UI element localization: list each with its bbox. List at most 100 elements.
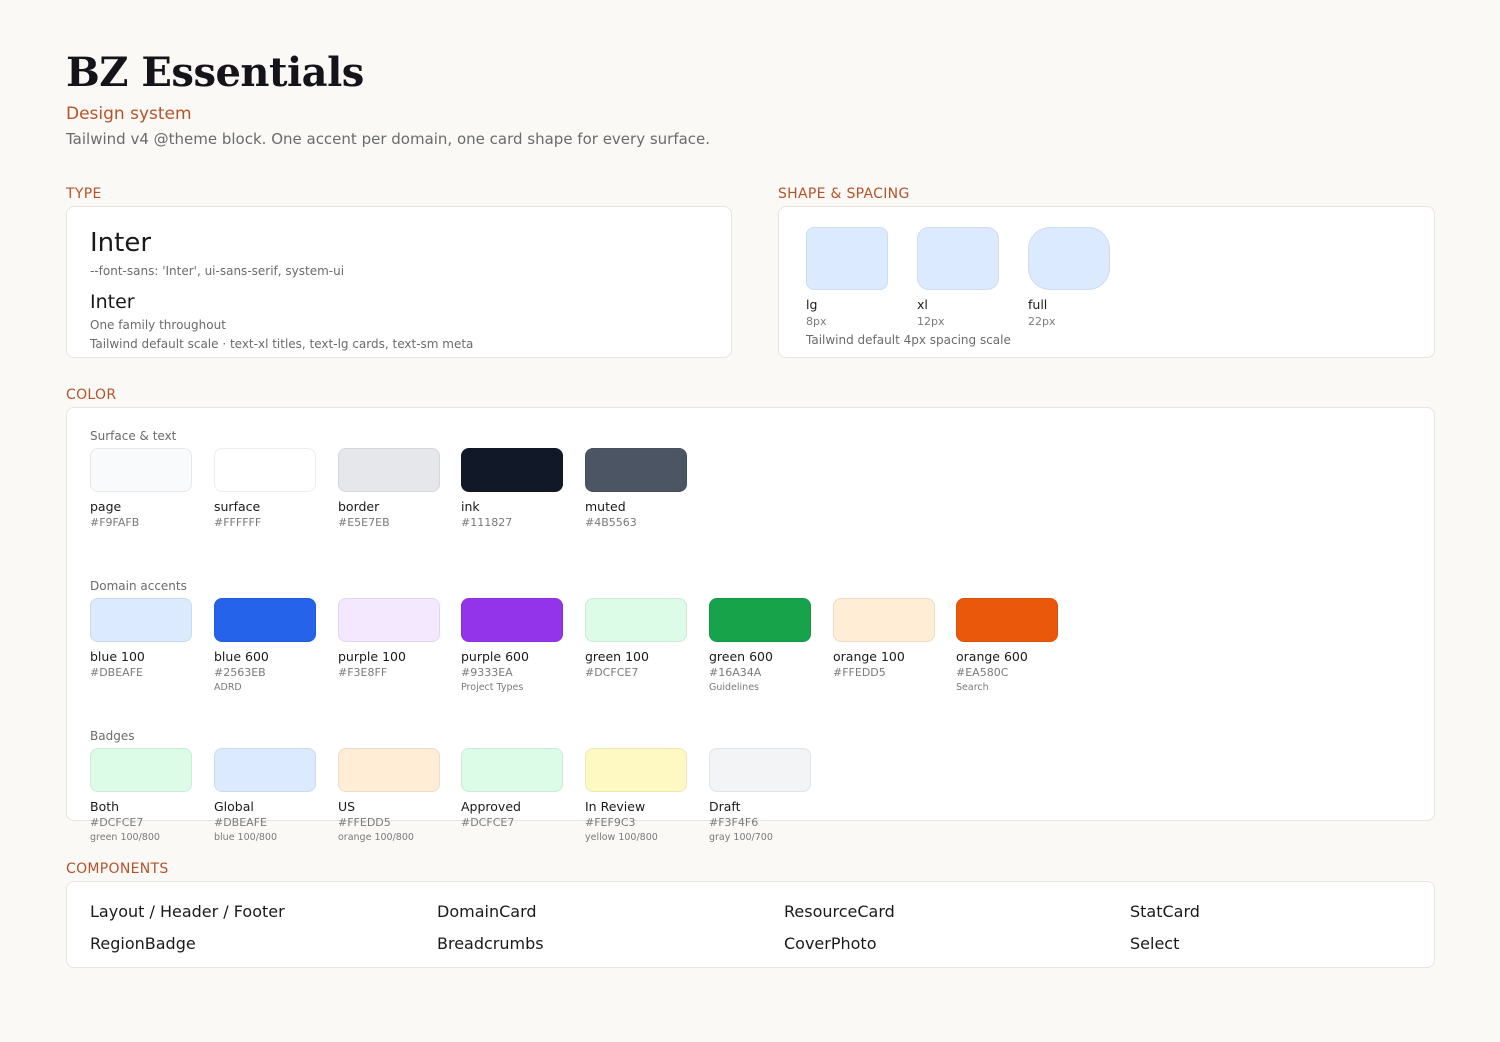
color-swatch-hex: #16A34A — [709, 666, 762, 679]
type-scale-note: Tailwind default scale · text-xl titles,… — [90, 337, 474, 351]
component-item: RegionBadge — [90, 934, 196, 953]
color-swatch-hex: #4B5563 — [585, 516, 637, 529]
color-swatch-hex: #9333EA — [461, 666, 513, 679]
radius-value: 22px — [1028, 315, 1056, 328]
color-swatch-name: purple 100 — [338, 649, 406, 664]
spacing-note: Tailwind default 4px spacing scale — [806, 333, 1011, 347]
component-item: Select — [1130, 934, 1180, 953]
color-swatch-name: green 600 — [709, 649, 773, 664]
badge-swatch — [214, 748, 316, 792]
badge-swatch — [90, 748, 192, 792]
font-sample-medium: Inter — [90, 291, 135, 313]
color-swatch-usage: Search — [956, 682, 989, 693]
radius-name: full — [1028, 297, 1048, 312]
color-swatch-name: blue 100 — [90, 649, 145, 664]
shape-card: lg 8px xl 12px full 22px Tailwind defaul… — [778, 206, 1435, 358]
badge-swatch — [709, 748, 811, 792]
color-swatch — [833, 598, 935, 642]
badge-swatch-hex: #FEF9C3 — [585, 816, 636, 829]
component-item: CoverPhoto — [784, 934, 877, 953]
component-item: DomainCard — [437, 902, 537, 921]
section-label-components: COMPONENTS — [66, 861, 169, 877]
color-group-label: Surface & text — [90, 429, 177, 443]
color-swatch — [214, 598, 316, 642]
section-label-type: TYPE — [66, 186, 102, 202]
section-label-color: COLOR — [66, 387, 117, 403]
component-item: Breadcrumbs — [437, 934, 544, 953]
radius-value: 12px — [917, 315, 945, 328]
badge-swatch-hex: #DCFCE7 — [90, 816, 144, 829]
color-swatch-hex: #FFEDD5 — [833, 666, 886, 679]
color-swatch — [956, 598, 1058, 642]
font-family-note: One family throughout — [90, 318, 226, 332]
component-item: Layout / Header / Footer — [90, 902, 285, 921]
color-swatch-usage: Guidelines — [709, 682, 759, 693]
color-swatch-usage: Project Types — [461, 682, 524, 693]
badge-swatch-name: In Review — [585, 799, 646, 814]
page-subtitle: Design system — [66, 104, 192, 124]
badge-swatch-name: Draft — [709, 799, 741, 814]
radius-sample-lg — [806, 227, 888, 290]
color-swatch — [461, 448, 563, 492]
color-group-label: Domain accents — [90, 579, 187, 593]
color-swatch-name: orange 600 — [956, 649, 1028, 664]
badge-swatch-usage: orange 100/800 — [338, 832, 414, 843]
radius-name: lg — [806, 297, 818, 312]
color-swatch-name: surface — [214, 499, 261, 514]
badge-swatch-name: Global — [214, 799, 254, 814]
color-swatch — [338, 598, 440, 642]
radius-value: 8px — [806, 315, 827, 328]
color-swatch-name: border — [338, 499, 380, 514]
badge-swatch — [461, 748, 563, 792]
color-swatch — [90, 448, 192, 492]
color-swatch-hex: #DCFCE7 — [585, 666, 639, 679]
radius-name: xl — [917, 297, 928, 312]
badge-swatch-usage: gray 100/700 — [709, 832, 773, 843]
color-swatch-hex: #FFFFFF — [214, 516, 262, 529]
color-swatch-hex: #F3E8FF — [338, 666, 388, 679]
section-label-shape: SHAPE & SPACING — [778, 186, 910, 202]
color-swatch-name: orange 100 — [833, 649, 905, 664]
badge-swatch-hex: #DCFCE7 — [461, 816, 515, 829]
badge-swatch-hex: #FFEDD5 — [338, 816, 391, 829]
color-swatch-hex: #2563EB — [214, 666, 266, 679]
font-css-declaration: --font-sans: 'Inter', ui-sans-serif, sys… — [90, 264, 345, 278]
badge-swatch-usage: green 100/800 — [90, 832, 160, 843]
color-swatch — [338, 448, 440, 492]
badge-swatch-hex: #F3F4F6 — [709, 816, 759, 829]
badge-swatch-name: Approved — [461, 799, 521, 814]
badge-swatch-usage: yellow 100/800 — [585, 832, 658, 843]
color-swatch-hex: #111827 — [461, 516, 513, 529]
color-swatch-hex: #E5E7EB — [338, 516, 390, 529]
type-card: Inter --font-sans: 'Inter', ui-sans-seri… — [66, 206, 732, 358]
badge-swatch-name: Both — [90, 799, 120, 814]
font-sample-large: Inter — [90, 228, 152, 258]
page-title: BZ Essentials — [66, 49, 364, 96]
color-swatch — [585, 598, 687, 642]
color-group-label: Badges — [90, 729, 135, 743]
color-swatch — [585, 448, 687, 492]
color-swatch — [90, 598, 192, 642]
components-card: Layout / Header / Footer DomainCard Reso… — [66, 881, 1435, 968]
color-swatch — [709, 598, 811, 642]
component-item: StatCard — [1130, 902, 1200, 921]
color-swatch-hex: #F9FAFB — [90, 516, 140, 529]
color-swatch-name: muted — [585, 499, 626, 514]
color-swatch-name: page — [90, 499, 122, 514]
color-swatch-hex: #DBEAFE — [90, 666, 143, 679]
radius-sample-full — [1028, 227, 1110, 290]
color-swatch-name: blue 600 — [214, 649, 269, 664]
color-swatch — [214, 448, 316, 492]
component-item: ResourceCard — [784, 902, 895, 921]
color-swatch-usage: ADRD — [214, 682, 242, 693]
color-swatch-hex: #EA580C — [956, 666, 1009, 679]
badge-swatch-hex: #DBEAFE — [214, 816, 267, 829]
page-description: Tailwind v4 @theme block. One accent per… — [66, 130, 711, 148]
color-swatch-name: green 100 — [585, 649, 649, 664]
color-swatch-name: ink — [461, 499, 480, 514]
color-swatch — [461, 598, 563, 642]
color-swatch-name: purple 600 — [461, 649, 529, 664]
badge-swatch-name: US — [338, 799, 356, 814]
badge-swatch-usage: blue 100/800 — [214, 832, 278, 843]
radius-sample-xl — [917, 227, 999, 290]
